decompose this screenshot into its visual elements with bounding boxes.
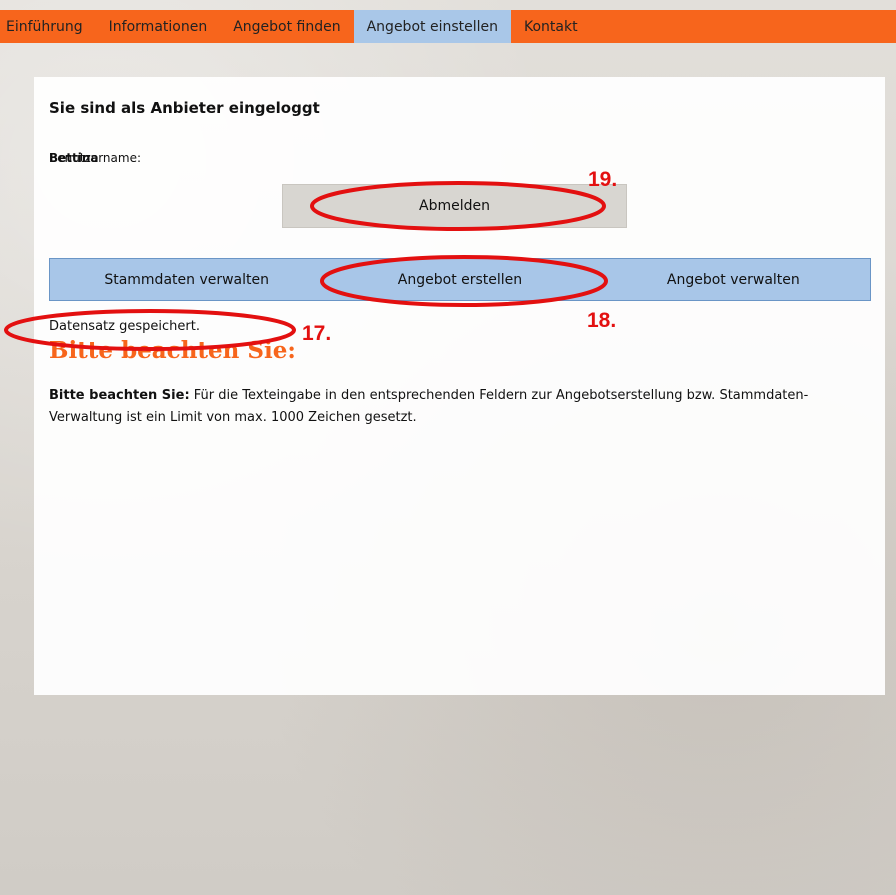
subnav-angebot-verwalten[interactable]: Angebot verwalten (597, 259, 870, 300)
page-title: Sie sind als Anbieter eingeloggt (49, 99, 320, 117)
nav-item-angebot-einstellen[interactable]: Angebot einstellen (353, 10, 511, 43)
username-line: Benutzername: Bettina (49, 151, 141, 165)
provider-subnav: Stammdaten verwalten Angebot erstellen A… (49, 258, 871, 301)
notice-heading: Bitte beachten Sie: (49, 337, 296, 364)
nav-item-einfuehrung[interactable]: Einführung (0, 10, 96, 43)
notice-lead: Bitte beachten Sie: (49, 388, 190, 403)
nav-item-informationen[interactable]: Informationen (96, 10, 221, 43)
notice-text: Bitte beachten Sie: Für die Texteingabe … (49, 385, 869, 429)
subnav-angebot-erstellen[interactable]: Angebot erstellen (323, 259, 596, 300)
status-message: Datensatz gespeichert. (49, 319, 200, 334)
nav-item-angebot-finden[interactable]: Angebot finden (220, 10, 353, 43)
logout-button[interactable]: Abmelden (282, 184, 627, 228)
nav-item-kontakt[interactable]: Kontakt (511, 10, 591, 43)
subnav-stammdaten-verwalten[interactable]: Stammdaten verwalten (50, 259, 323, 300)
username-value: Bettina (49, 151, 99, 165)
top-navigation: Einführung Informationen Angebot finden … (0, 10, 896, 43)
content-panel: Sie sind als Anbieter eingeloggt Benutze… (34, 77, 885, 695)
